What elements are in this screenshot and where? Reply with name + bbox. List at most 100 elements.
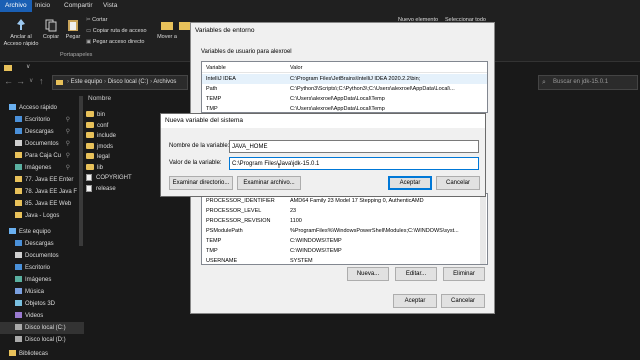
forward-icon[interactable]: → [16,76,25,86]
table-row[interactable]: PROCESSOR_REVISION 1100 [202,216,487,226]
text-cursor-icon: I [278,163,280,170]
list-item[interactable]: bin [86,110,105,121]
folder-icon [86,153,94,160]
breadcrumb-item[interactable]: Archivos [153,79,176,85]
cancel-button[interactable]: Cancelar [441,294,485,308]
variable-name-label: Nombre de la variable: [169,143,230,149]
sidebar-item-label: Bibliotecas [19,351,49,357]
sidebar-item-java-logos[interactable]: Java - Logos [0,210,84,222]
pin-quick-access-button[interactable]: Anclar al Acceso rápido [2,18,40,48]
sidebar-item-label: Videos [25,313,44,319]
table-row[interactable]: TEMP C:\WINDOWS\TEMP [202,236,487,246]
sidebar-scrollbar[interactable] [79,96,83,246]
list-item[interactable]: COPYRIGHT [86,173,132,184]
move-to-button[interactable]: Mover a [156,18,178,41]
back-icon[interactable]: ← [4,76,13,86]
variable-value-input[interactable]: C:\Program Files\Java\jdk-15.0.1 [229,157,479,170]
copy-to-button[interactable] [178,18,191,34]
dropdown-icon[interactable]: ∨ [26,63,30,70]
table-row[interactable]: USERNAME SYSTEM [202,256,487,264]
paste-button[interactable]: Pegar [62,18,84,41]
pin-icon: ⚲ [65,141,70,147]
table-row[interactable]: IntelliJ IDEA C:\Program Files\JetBrains… [202,74,487,84]
sidebar-item-objetos-3d[interactable]: Objetos 3D [0,298,84,310]
sidebar-item-label: Disco local (D:) [25,337,66,343]
file-name: release [96,186,116,192]
variable-name-input[interactable]: JAVA_HOME [229,140,479,153]
sidebar-item-quick-access[interactable]: Acceso rápido [0,102,84,114]
sidebar-item-label: 77. Java EE Enter [25,177,74,183]
sidebar-item-folder-85[interactable]: 85. Java EE Web [0,198,84,210]
tab-archivo[interactable]: Archivo [0,0,32,12]
sidebar-item-videos[interactable]: Videos [0,310,84,322]
tab-inicio[interactable]: Inicio [30,0,55,12]
browse-file-button[interactable]: Examinar archivo... [237,176,301,190]
list-item[interactable]: release [86,184,116,195]
sidebar-item-bibliotecas[interactable]: Bibliotecas [0,348,84,360]
breadcrumb-item[interactable]: Disco local (C:) [108,79,149,85]
sidebar-item-label: Música [25,289,45,295]
user-variables-table[interactable]: Variable Valor IntelliJ IDEA C:\Program … [201,61,488,113]
table-row[interactable]: TEMP C:\Users\alexroel\AppData\Local\Tem… [202,94,487,104]
table-row[interactable]: TMP C:\Users\alexroel\AppData\Local\Temp [202,104,487,112]
sidebar-item-label: Descargas [25,129,54,135]
paste-shortcut-button[interactable]: ▣ Pegar acceso directo [86,39,144,45]
pin-icon: ⚲ [65,153,70,159]
cell-variable: Path [206,86,218,92]
search-box[interactable]: ⌕ Buscar en jdk-15.0.1 [538,75,638,90]
list-item[interactable]: legal [86,152,110,163]
table-row[interactable]: PROCESSOR_LEVEL 23 [202,206,487,216]
new-variable-dialog: Nueva variable del sistema Nombre de la … [160,113,486,197]
folder-icon [15,188,22,195]
sidebar-item-pc-escritorio[interactable]: Escritorio [0,262,84,274]
file-column-header[interactable]: Nombre [88,95,111,102]
ok-button[interactable]: Aceptar [388,176,432,190]
copy-path-button[interactable]: ▭ Copiar ruta de acceso [86,28,147,34]
address-bar[interactable]: › Este equipo › Disco local (C:) › Archi… [52,75,188,90]
sidebar-item-para-caja[interactable]: Para Caja Cu ⚲ [0,150,84,162]
cut-button[interactable]: ✂ Cortar [86,17,107,23]
cancel-button[interactable]: Cancelar [436,176,480,190]
table-row[interactable]: PSModulePath %ProgramFiles%\WindowsPower… [202,226,487,236]
breadcrumb-item[interactable]: Este equipo [71,79,103,85]
up-icon[interactable]: ↑ [39,76,44,86]
copy-icon [45,19,57,32]
copy-label: Copiar [42,34,60,40]
delete-variable-button[interactable]: Eliminar [443,267,485,281]
sidebar-item-pc-documentos[interactable]: Documentos [0,250,84,262]
sidebar-item-imagenes[interactable]: Imágenes ⚲ [0,162,84,174]
file-name: bin [97,112,106,118]
tab-compartir[interactable]: Compartir [59,0,98,12]
ok-button[interactable]: Aceptar [393,294,437,308]
search-icon: ⌕ [542,79,546,86]
recent-icon[interactable]: ∨ [29,77,33,84]
table-row[interactable]: TMP C:\WINDOWS\TEMP [202,246,487,256]
sidebar-item-escritorio[interactable]: Escritorio ⚲ [0,114,84,126]
cell-variable: PROCESSOR_IDENTIFIER [206,198,275,204]
pin-icon: ⚲ [65,165,70,171]
column-header-variable[interactable]: Variable [206,63,226,73]
sidebar-item-label: 78. Java EE Java F [25,189,78,195]
sidebar-item-folder-78[interactable]: 78. Java EE Java F [0,186,84,198]
sidebar-item-musica[interactable]: Música [0,286,84,298]
sidebar-item-disco-c[interactable]: Disco local (C:) [0,322,84,334]
sidebar-item-documentos[interactable]: Documentos ⚲ [0,138,84,150]
sidebar-item-pc-descargas[interactable]: Descargas [0,238,84,250]
table-row[interactable]: Path C:\Python3\Scripts\;C:\Python3\;C:\… [202,84,487,94]
folder-icon [15,176,22,183]
sidebar-item-pc-imagenes[interactable]: Imágenes [0,274,84,286]
sidebar-item-disco-d[interactable]: Disco local (D:) [0,334,84,346]
sidebar-item-folder-77[interactable]: 77. Java EE Enter [0,174,84,186]
sidebar-item-descargas[interactable]: Descargas ⚲ [0,126,84,138]
copy-button[interactable]: Copiar [40,18,62,41]
list-item[interactable]: include [86,131,116,142]
browse-directory-button[interactable]: Examinar directorio... [169,176,233,190]
edit-variable-button[interactable]: Editar... [395,267,437,281]
sidebar-item-este-equipo[interactable]: Este equipo [0,226,84,238]
column-header-value[interactable]: Valor [290,63,302,73]
system-table-scrollbar[interactable] [480,194,486,264]
system-variables-table[interactable]: PROCESSOR_IDENTIFIER AMD64 Family 23 Mod… [201,193,488,265]
table-row[interactable]: PROCESSOR_IDENTIFIER AMD64 Family 23 Mod… [202,196,487,206]
tab-vista[interactable]: Vista [98,0,122,12]
new-variable-button[interactable]: Nueva... [347,267,389,281]
